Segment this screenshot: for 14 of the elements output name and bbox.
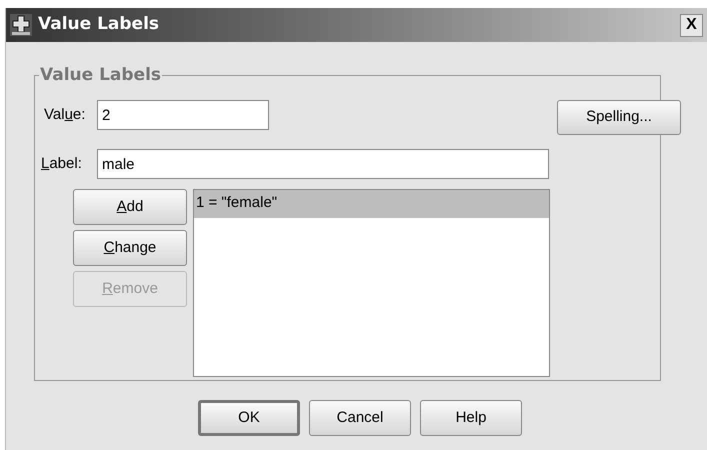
spelling-button[interactable]: Spelling... <box>557 100 681 135</box>
value-label: Value: <box>43 104 86 125</box>
window-title: Value Labels <box>38 13 160 36</box>
label-label: Label: <box>40 154 83 174</box>
dialog-button[interactable]: Cancel <box>309 400 411 436</box>
list-item[interactable]: 1 = "female" <box>194 190 549 218</box>
value-field[interactable]: 2 <box>97 100 269 130</box>
action-button[interactable]: Change <box>73 230 187 266</box>
action-button[interactable]: Add <box>73 189 187 225</box>
dialog-button[interactable]: OK <box>198 400 300 436</box>
label-field[interactable]: male <box>97 149 549 179</box>
close-button[interactable]: X <box>680 14 703 36</box>
app-icon <box>10 14 32 36</box>
dialog-button[interactable]: Help <box>420 400 522 436</box>
